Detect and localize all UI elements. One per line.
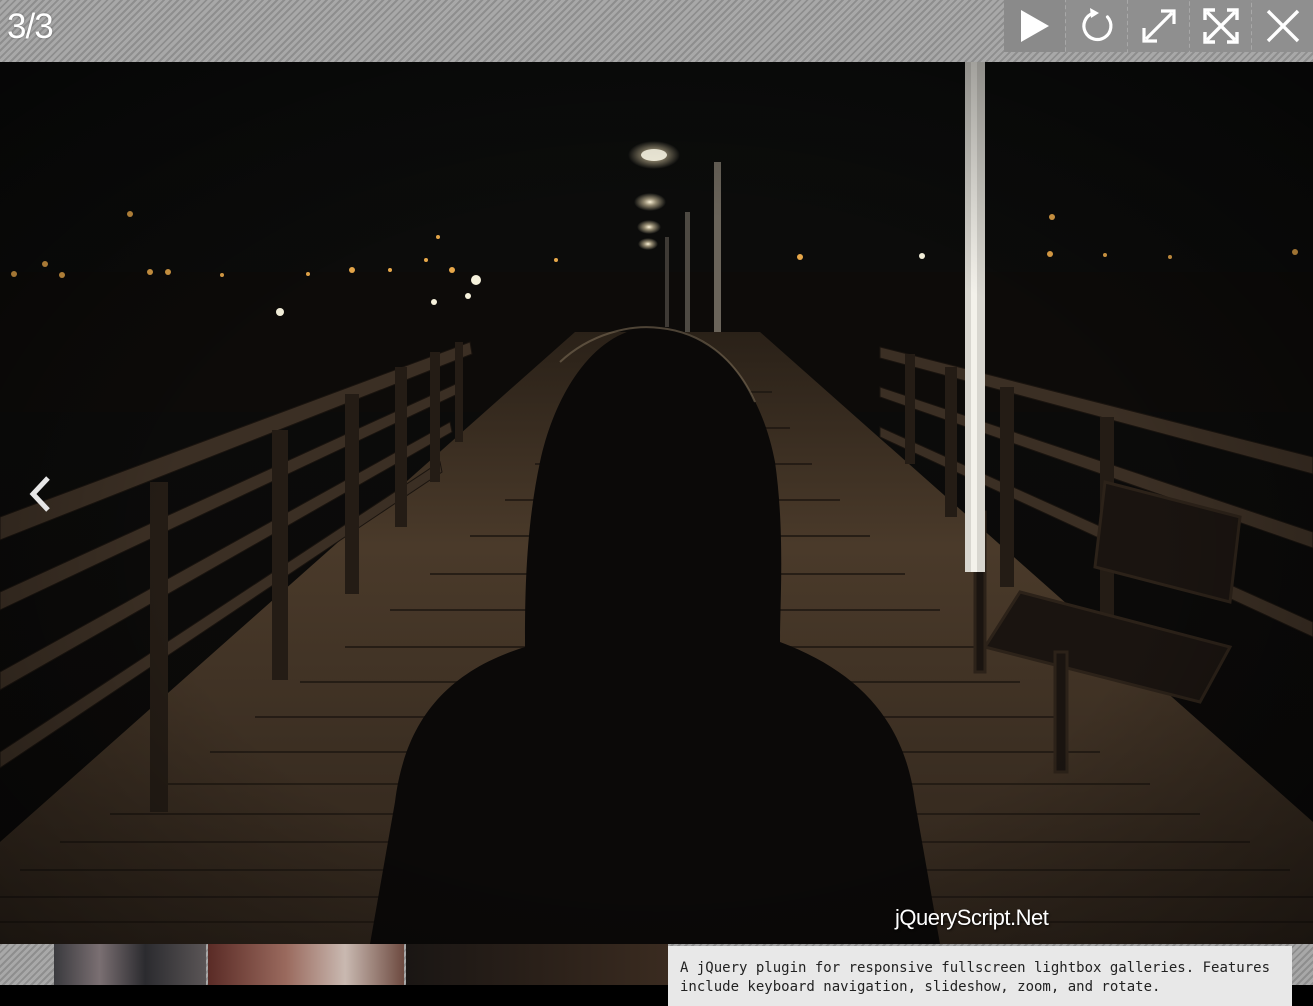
fullscreen-icon	[1202, 8, 1239, 44]
chevron-left-icon	[29, 476, 50, 512]
rotate-button[interactable]	[1066, 0, 1127, 52]
toolbar-buttons	[1003, 0, 1313, 52]
zoom-button[interactable]	[1128, 0, 1189, 52]
slide-counter: 3/3	[7, 7, 54, 46]
fullscreen-button[interactable]	[1190, 0, 1251, 52]
slide-image[interactable]: jQueryScript.Net	[0, 62, 1313, 944]
slide-caption: A jQuery plugin for responsive fullscree…	[668, 946, 1292, 1006]
play-icon	[1020, 10, 1049, 42]
lightbox-toolbar: 3/3	[0, 0, 1313, 62]
expand-diagonal-icon	[1141, 9, 1176, 43]
watermark-text: jQueryScript.Net	[895, 905, 1049, 930]
thumbnail-1[interactable]	[54, 944, 206, 985]
thumbnail-3[interactable]	[406, 944, 668, 985]
night-pier-photo	[0, 62, 1313, 944]
play-button[interactable]	[1004, 0, 1065, 52]
close-icon	[1266, 9, 1299, 43]
close-button[interactable]	[1252, 0, 1313, 52]
thumbnail-2[interactable]	[208, 944, 404, 985]
prev-slide-button[interactable]	[18, 472, 62, 516]
rotate-icon	[1081, 8, 1112, 42]
